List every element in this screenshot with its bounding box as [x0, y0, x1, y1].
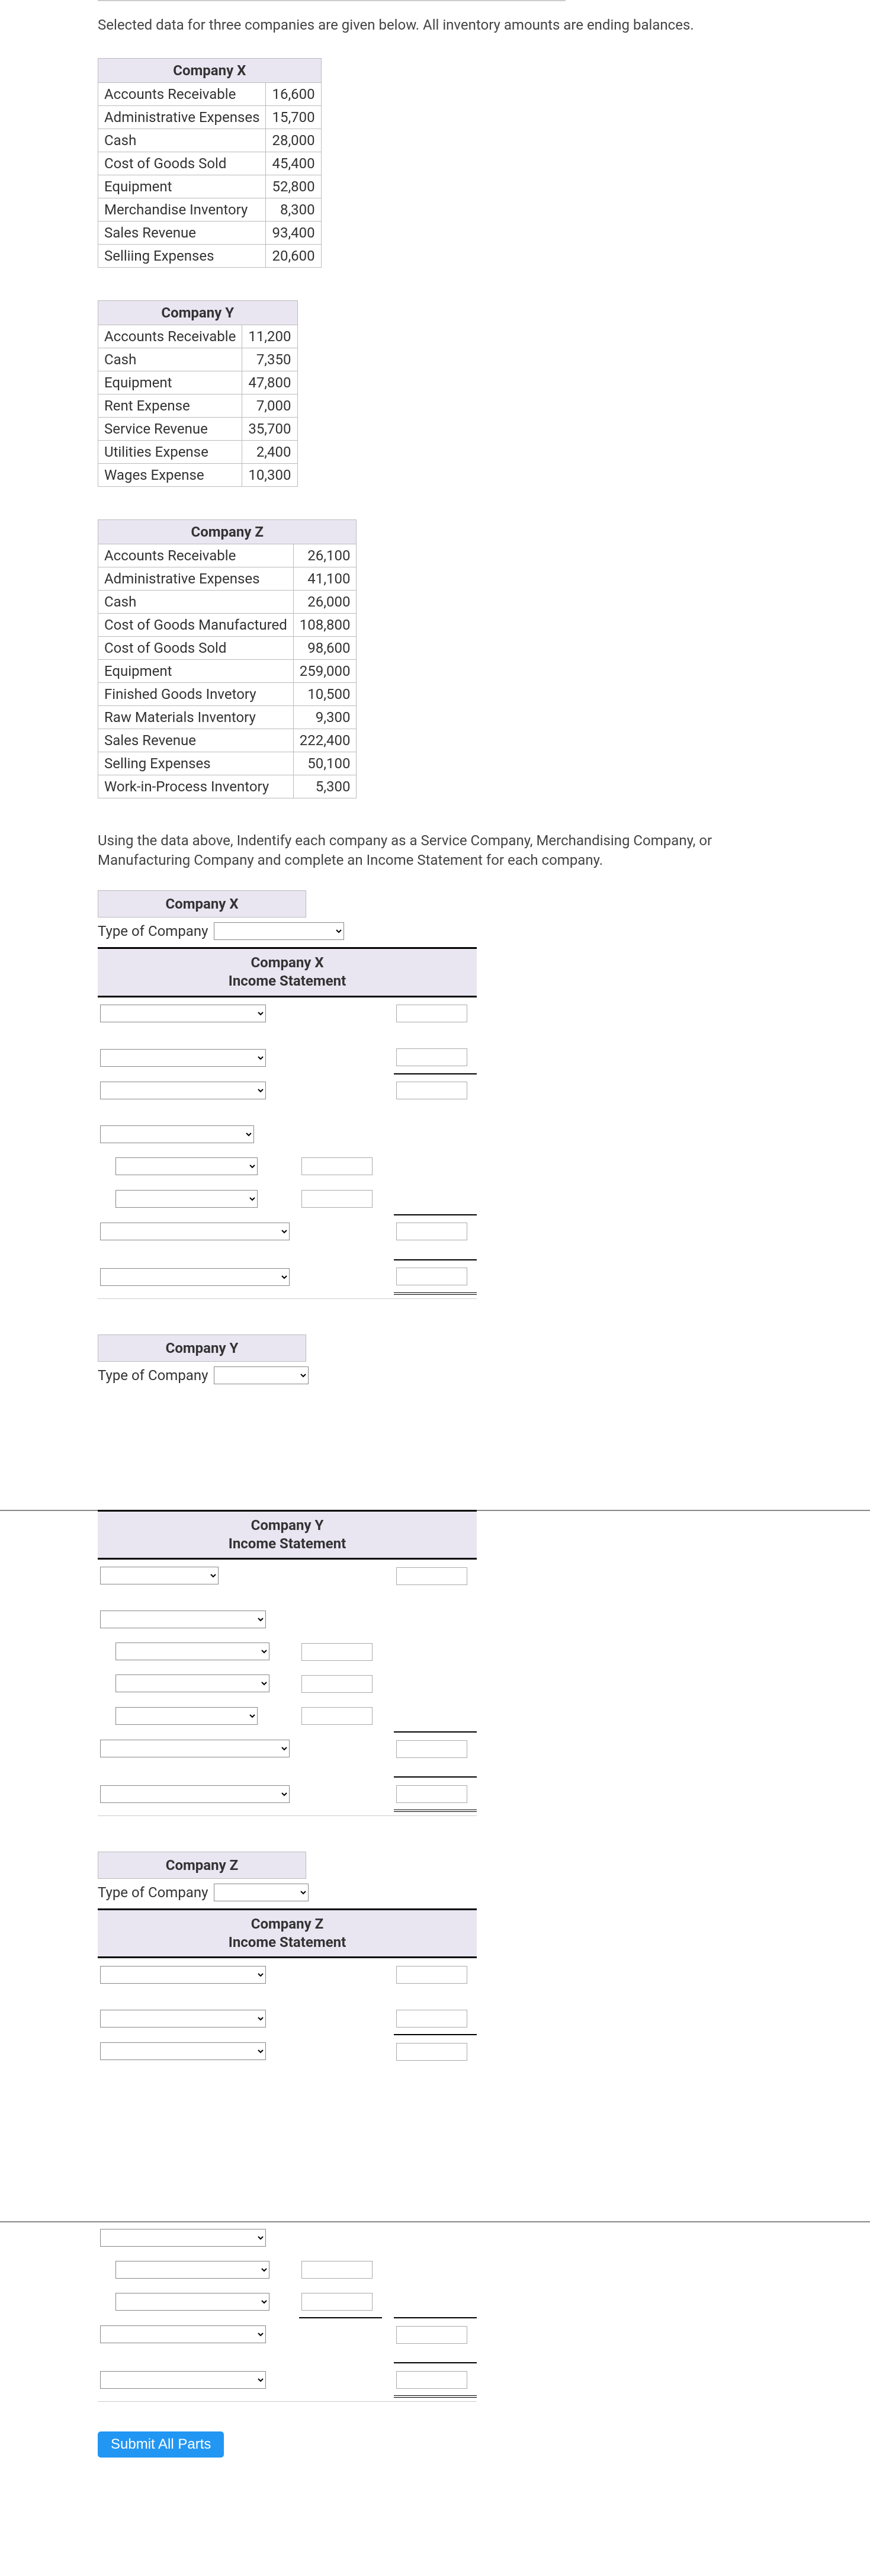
y-amount-input[interactable]	[301, 1643, 373, 1661]
income-statement-z: Company Z Income Statement	[98, 1908, 477, 2067]
x-line-select[interactable]	[100, 1082, 266, 1099]
z-line-select[interactable]	[100, 2042, 266, 2060]
z-amount-input[interactable]	[301, 2293, 373, 2311]
y-line-select[interactable]	[100, 1740, 290, 1757]
company-x-header: Company X	[98, 59, 322, 83]
y-line-select[interactable]	[115, 1643, 269, 1660]
type-label-x: Type of Company	[98, 923, 208, 939]
section-header-y: Company Y	[98, 1334, 306, 1362]
x-line-select[interactable]	[115, 1157, 258, 1175]
company-z-type-select[interactable]	[214, 1884, 309, 1901]
x-line-select[interactable]	[100, 1125, 254, 1143]
company-z-table: Company Z Accounts Receivable26,100 Admi…	[98, 519, 357, 798]
z-amount-input[interactable]	[396, 2326, 467, 2344]
z-amount-input[interactable]	[301, 2261, 373, 2279]
z-line-select[interactable]	[100, 2010, 266, 2028]
z-line-select[interactable]	[100, 1966, 266, 1984]
z-amount-input[interactable]	[396, 2010, 467, 2028]
y-amount-input[interactable]	[301, 1675, 373, 1693]
instruction-text: Using the data above, Indentify each com…	[98, 831, 797, 870]
y-amount-input[interactable]	[301, 1707, 373, 1725]
company-y-type-select[interactable]	[214, 1366, 309, 1384]
type-label-z: Type of Company	[98, 1884, 208, 1901]
income-statement-y: Company Y Income Statement	[98, 1510, 477, 1816]
company-x-type-select[interactable]	[214, 922, 344, 940]
x-amount-input[interactable]	[396, 1223, 467, 1240]
z-amount-input[interactable]	[396, 2043, 467, 2061]
y-line-select[interactable]	[115, 1707, 258, 1725]
company-y-header: Company Y	[98, 301, 298, 325]
company-y-table: Company Y Accounts Receivable11,200 Cash…	[98, 300, 298, 487]
z-line-select[interactable]	[100, 2325, 266, 2343]
company-x-table: Company X Accounts Receivable16,600 Admi…	[98, 58, 322, 268]
y-line-select[interactable]	[100, 1567, 219, 1584]
y-amount-input[interactable]	[396, 1740, 467, 1758]
z-line-select[interactable]	[115, 2293, 269, 2311]
x-line-select[interactable]	[115, 1190, 258, 1208]
y-line-select[interactable]	[100, 1611, 266, 1628]
z-line-select[interactable]	[115, 2261, 269, 2279]
x-amount-input[interactable]	[396, 1048, 467, 1066]
x-amount-input[interactable]	[301, 1157, 373, 1175]
x-line-select[interactable]	[100, 1223, 290, 1240]
z-amount-input[interactable]	[396, 1966, 467, 1984]
x-amount-input[interactable]	[396, 1268, 467, 1285]
z-amount-input[interactable]	[396, 2371, 467, 2389]
type-label-y: Type of Company	[98, 1367, 208, 1384]
z-line-select[interactable]	[100, 2229, 266, 2247]
z-line-select[interactable]	[100, 2371, 266, 2389]
x-amount-input[interactable]	[301, 1190, 373, 1208]
y-line-select[interactable]	[100, 1785, 290, 1803]
income-statement-z-cont	[98, 2221, 477, 2402]
y-line-select[interactable]	[115, 1674, 269, 1692]
intro-text: Selected data for three companies are gi…	[98, 15, 797, 34]
income-statement-x: Company X Income Statement	[98, 947, 477, 1298]
section-header-x: Company X	[98, 890, 306, 918]
y-amount-input[interactable]	[396, 1567, 467, 1585]
x-line-select[interactable]	[100, 1049, 266, 1067]
y-amount-input[interactable]	[396, 1785, 467, 1803]
section-header-z: Company Z	[98, 1852, 306, 1879]
x-amount-input[interactable]	[396, 1005, 467, 1022]
company-z-header: Company Z	[98, 520, 357, 544]
x-line-select[interactable]	[100, 1268, 290, 1286]
x-amount-input[interactable]	[396, 1082, 467, 1099]
submit-all-parts-button[interactable]: Submit All Parts	[98, 2431, 224, 2458]
x-line-select[interactable]	[100, 1005, 266, 1022]
